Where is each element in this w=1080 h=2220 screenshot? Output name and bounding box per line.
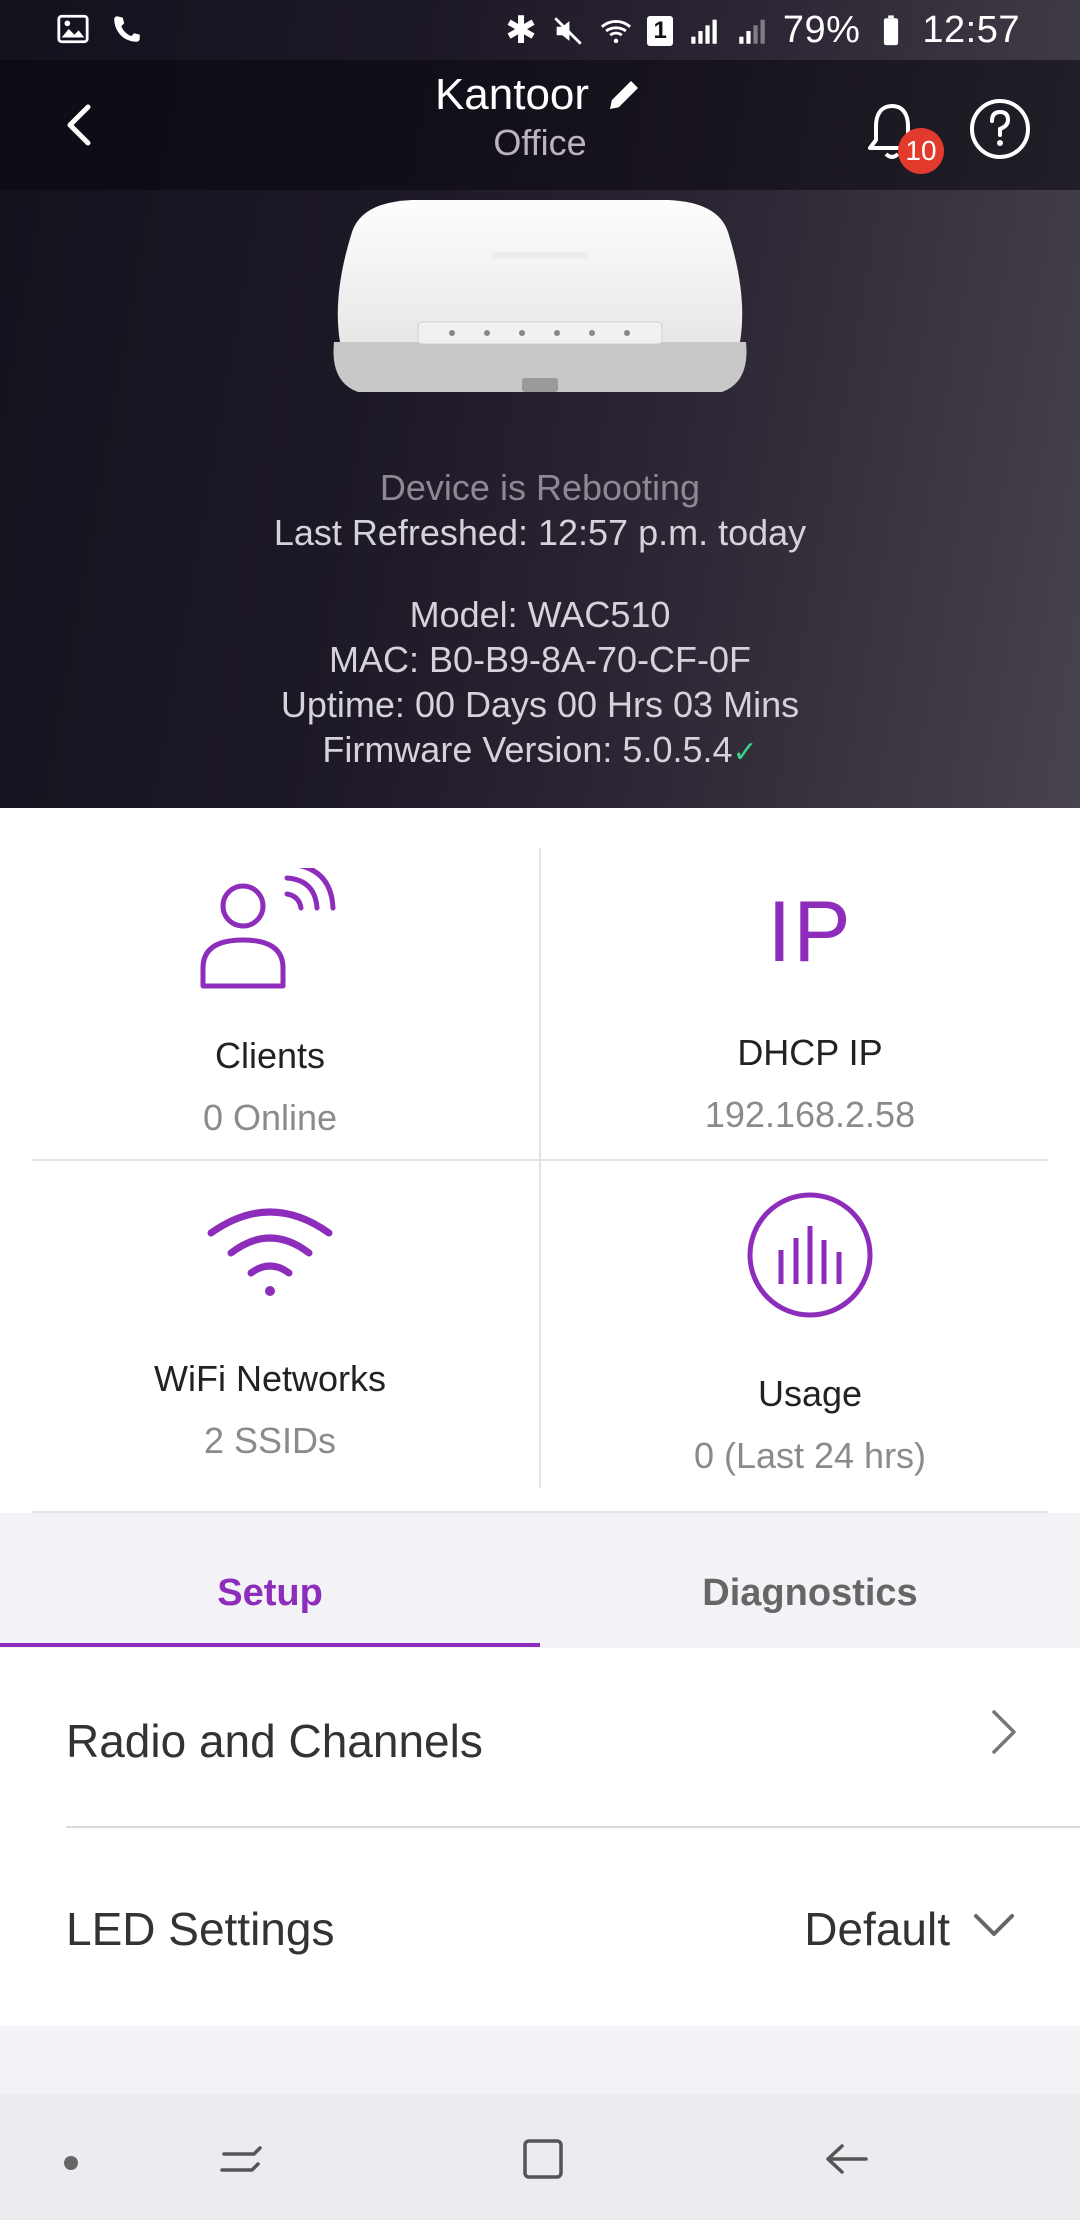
firmware-row: Firmware Version: 5.0.5.4✓ [0, 727, 1080, 775]
back-nav-icon[interactable] [822, 2134, 872, 2184]
mute-icon [554, 16, 583, 45]
battery-icon [884, 14, 899, 45]
device-status: Device is Rebooting [379, 467, 701, 508]
uptime-text: Uptime: 00 Days 00 Hrs 03 Mins [280, 684, 800, 725]
chevron-right-icon [992, 1710, 1016, 1754]
firmware-text: Firmware Version: 5.0.5.4 [322, 729, 733, 770]
sim-badge: 1 [647, 15, 673, 46]
gallery-notification-icon [57, 14, 89, 44]
last-refreshed: Last Refreshed: 12:57 p.m. today [273, 512, 807, 553]
active-tab-indicator [0, 1643, 540, 1647]
notification-count-badge: 10 [898, 128, 944, 174]
led-settings-value: Default [804, 1903, 950, 1955]
usage-label: Usage [757, 1373, 863, 1414]
firmware-check-icon: ✓ [732, 736, 758, 769]
model-text: Model: WAC510 [409, 594, 671, 635]
wifi-call-icon [114, 16, 140, 42]
led-settings-row[interactable]: LED Settings Default [0, 1830, 1080, 2016]
signal-sim2-icon [739, 19, 765, 44]
clock: 12:57 [922, 9, 1020, 51]
dhcp-ip-tile[interactable]: IP DHCP IP 192.168.2.58 [540, 866, 1080, 1136]
tab-setup[interactable]: Setup [0, 1513, 540, 1648]
dhcp-ip-label: DHCP IP [737, 1032, 883, 1073]
radio-channels-label: Radio and Channels [66, 1715, 483, 1767]
ip-icon: IP [767, 884, 853, 980]
list-divider [66, 1826, 1080, 1828]
tab-bar: Setup Diagnostics [0, 1513, 1080, 1648]
wifi-networks-label: WiFi Networks [154, 1358, 386, 1399]
usage-tile[interactable]: Usage 0 (Last 24 hrs) [540, 1190, 1080, 1477]
device-title-block: Kantoor Office [380, 70, 700, 164]
signal-sim1-icon [691, 19, 717, 44]
access-point-image [333, 200, 747, 392]
device-details: Model: WAC510 MAC: B0-B9-8A-70-CF-0F Upt… [0, 592, 1080, 775]
battery-percent: 79% [782, 9, 861, 51]
device-name: Kantoor [434, 70, 590, 119]
clients-icon [200, 861, 336, 989]
clients-value: 0 Online [202, 1097, 338, 1138]
help-icon[interactable] [968, 97, 1032, 161]
wifi-networks-tile[interactable]: WiFi Networks 2 SSIDs [0, 1203, 540, 1462]
wifi-networks-value: 2 SSIDs [203, 1420, 337, 1461]
dhcp-ip-value: 192.168.2.58 [704, 1094, 916, 1135]
nav-dot-indicator[interactable] [64, 2156, 78, 2170]
mac-text: MAC: B0-B9-8A-70-CF-0F [328, 639, 752, 680]
home-icon[interactable] [518, 2134, 568, 2184]
usage-value: 0 (Last 24 hrs) [693, 1435, 927, 1476]
chevron-down-icon [974, 1914, 1014, 1936]
wifi-icon [207, 1208, 333, 1296]
bluetooth-icon: ✱ [505, 10, 538, 52]
device-location: Office [493, 122, 587, 163]
back-arrow-icon[interactable] [50, 95, 110, 155]
edit-name-icon[interactable] [603, 74, 645, 116]
clients-tile[interactable]: Clients 0 Online [0, 861, 540, 1139]
grid-horizontal-divider [32, 1159, 1048, 1161]
wifi-status-icon [601, 19, 632, 43]
summary-grid: Clients 0 Online IP DHCP IP 192.168.2.58… [0, 808, 1080, 1513]
system-nav-bar [0, 2094, 1080, 2220]
radio-channels-row[interactable]: Radio and Channels [0, 1648, 1080, 1834]
led-settings-label: LED Settings [66, 1903, 335, 1955]
usage-chart-icon [747, 1192, 873, 1318]
status-bar: ✱ 1 79% 12:57 [0, 0, 1080, 60]
tab-diagnostics[interactable]: Diagnostics [540, 1513, 1080, 1648]
device-header: ✱ 1 79% 12:57 Kantoor Office 10 Device i… [0, 0, 1080, 808]
clients-label: Clients [214, 1035, 326, 1076]
recent-apps-icon[interactable] [216, 2134, 266, 2184]
settings-list: Radio and Channels LED Settings Default [0, 1648, 1080, 2026]
